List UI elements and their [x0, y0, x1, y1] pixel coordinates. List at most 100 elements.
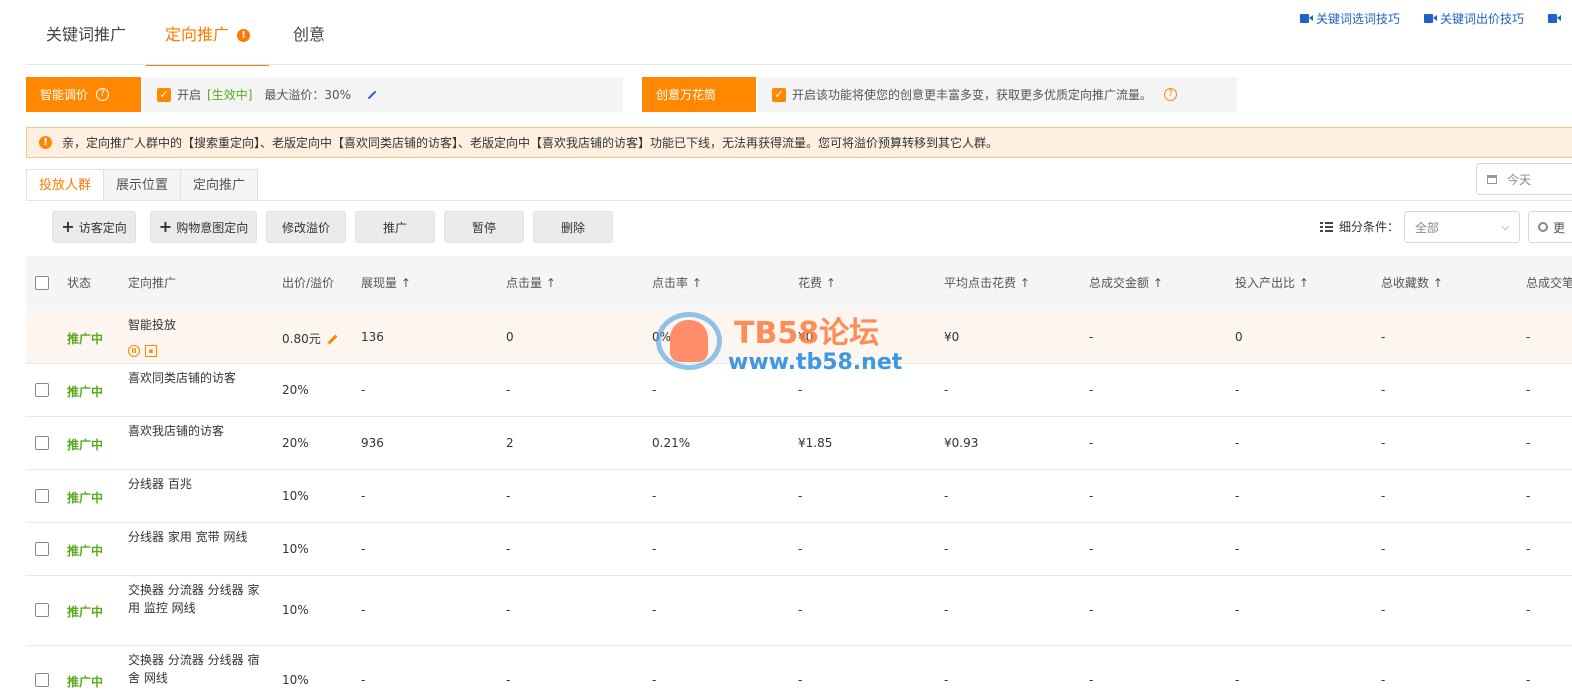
bid-cell: 10%	[282, 673, 309, 687]
table-row: 推广中 喜欢同类店铺的访客 20% - - - - - - - - -	[26, 363, 1572, 417]
tab-creative[interactable]: 创意	[293, 20, 325, 64]
clicks-cell: -	[506, 542, 511, 556]
row-checkbox[interactable]	[35, 383, 49, 397]
edit-premium-button[interactable]: 修改溢价	[266, 211, 346, 243]
table-row: 推广中 分线器 家用 宽带 网线 10% - - - - - - - - -	[26, 522, 1572, 576]
select-value: 全部	[1415, 220, 1440, 235]
row-icons: II ▪	[128, 338, 162, 357]
orders-cell: -	[1526, 330, 1531, 344]
chevron-down-icon: ⌵	[1501, 221, 1509, 233]
favorites-cell: -	[1381, 542, 1386, 556]
header-clicks[interactable]: 点击量 ↑	[506, 274, 556, 291]
report-icon[interactable]: ▪	[145, 345, 157, 357]
tab-targeted-promotion[interactable]: 定向推广!	[146, 20, 270, 66]
button-label: 购物意图定向	[176, 220, 249, 235]
bid-cell: 10%	[282, 542, 309, 556]
header-roi[interactable]: 投入产出比 ↑	[1235, 274, 1309, 291]
plus-icon: +	[158, 217, 173, 236]
table-header: 状态 定向推广 出价/溢价 展现量 ↑ 点击量 ↑ 点击率 ↑ 花费 ↑ 平均点…	[26, 256, 1572, 310]
target-name: 交换器 分流器 分线器 宿舍 网线	[128, 653, 260, 685]
header-favorites[interactable]: 总收藏数 ↑	[1381, 274, 1443, 291]
ctr-cell: 0%	[652, 330, 672, 344]
cost-cell: -	[798, 603, 803, 617]
tab-placement[interactable]: 展示位置	[104, 169, 182, 201]
creative-checkbox[interactable]: ✓	[772, 87, 786, 102]
keyword-bidding-tips-link[interactable]: 关键词出价技巧	[1424, 10, 1524, 27]
visitor-target-button[interactable]: + 访客定向	[52, 211, 136, 243]
impressions-cell: 136	[361, 330, 384, 344]
gmv-cell: -	[1089, 542, 1094, 556]
smart-bid-checkbox[interactable]: ✓	[157, 87, 171, 102]
cpc-cell: -	[944, 673, 949, 687]
tab-keyword-promotion[interactable]: 关键词推广	[46, 20, 126, 64]
row-checkbox[interactable]	[35, 436, 49, 450]
header-impressions[interactable]: 展现量 ↑	[361, 274, 411, 291]
promote-button[interactable]: 推广	[355, 211, 435, 243]
cost-cell: -	[798, 542, 803, 556]
bid-cell: 20%	[282, 436, 309, 450]
bid-cell: 10%	[282, 489, 309, 503]
row-checkbox[interactable]	[35, 489, 49, 503]
more-settings-button[interactable]: 更	[1528, 211, 1572, 243]
cpc-cell: ¥0.93	[944, 436, 979, 450]
orders-cell: -	[1526, 383, 1531, 397]
orders-cell: -	[1526, 542, 1531, 556]
edit-icon[interactable]	[367, 90, 377, 99]
tab-label: 定向推广	[165, 25, 230, 44]
orders-cell: -	[1526, 436, 1531, 450]
header-target: 定向推广	[128, 276, 177, 290]
header-orders[interactable]: 总成交笔	[1526, 274, 1572, 291]
orders-cell: -	[1526, 489, 1531, 503]
cost-cell: ¥1.85	[798, 436, 833, 450]
filter-label-text: 细分条件：	[1339, 220, 1400, 234]
tab-targeting[interactable]: 定向推广	[181, 169, 259, 201]
filter-select[interactable]: 全部 ⌵	[1404, 211, 1520, 243]
header-cost[interactable]: 花费 ↑	[798, 274, 836, 291]
impressions-cell: -	[361, 542, 366, 556]
favorites-cell: -	[1381, 330, 1386, 344]
header-cpc[interactable]: 平均点击花费 ↑	[944, 274, 1030, 291]
impressions-cell: 936	[361, 436, 384, 450]
row-checkbox[interactable]	[35, 603, 49, 617]
help-icon[interactable]: ?	[96, 88, 110, 101]
purchase-intent-button[interactable]: + 购物意图定向	[150, 211, 257, 243]
table-row: 推广中 喜欢我店铺的访客 20% 936 2 0.21% ¥1.85 ¥0.93…	[26, 416, 1572, 470]
video-icon[interactable]	[1548, 14, 1561, 23]
status-text: 推广中	[67, 385, 104, 399]
delete-button[interactable]: 删除	[533, 211, 613, 243]
favorites-cell: -	[1381, 489, 1386, 503]
gmv-cell: -	[1089, 383, 1094, 397]
creative-kaleidoscope-label: 创意万花筒	[642, 77, 756, 112]
row-checkbox[interactable]	[35, 542, 49, 556]
row-checkbox[interactable]	[35, 673, 49, 687]
header-status: 状态	[67, 276, 92, 290]
help-icon[interactable]: ?	[1164, 88, 1178, 101]
clicks-cell: -	[506, 489, 511, 503]
pause-icon[interactable]: II	[128, 345, 140, 357]
header-bid: 出价/溢价	[282, 276, 335, 290]
status-text: 推广中	[67, 491, 104, 505]
roi-cell: 0	[1235, 330, 1243, 344]
keyword-selection-tips-link[interactable]: 关键词选词技巧	[1300, 10, 1400, 27]
gmv-cell: -	[1089, 673, 1094, 687]
impressions-cell: -	[361, 603, 366, 617]
cost-cell: -	[798, 673, 803, 687]
favorites-cell: -	[1381, 436, 1386, 450]
bid-cell: 0.80元	[282, 330, 338, 347]
header-gmv[interactable]: 总成交金额 ↑	[1089, 274, 1163, 291]
creative-panel: ✓ 开启该功能将使您的创意更丰富多变，获取更多优质定向推广流量。 ?	[758, 77, 1237, 112]
sub-tab-bar: 投放人群 展示位置 定向推广	[26, 169, 259, 201]
table-row: 推广中 交换器 分流器 分线器 家用 监控 网线 10% - - - - - -…	[26, 575, 1572, 646]
clicks-cell: 2	[506, 436, 514, 450]
bid-value: 0.80元	[282, 332, 321, 346]
creative-description: 开启该功能将使您的创意更丰富多变，获取更多优质定向推广流量。	[792, 88, 1153, 102]
edit-icon[interactable]	[327, 334, 338, 345]
max-premium-text: 最大溢价：30%	[264, 88, 352, 102]
select-all-checkbox[interactable]	[35, 276, 49, 290]
status-badge: [生效中]	[207, 88, 253, 102]
header-ctr[interactable]: 点击率 ↑	[652, 274, 702, 291]
date-picker[interactable]: 今天	[1476, 163, 1572, 195]
pause-button[interactable]: 暂停	[444, 211, 524, 243]
tab-audience[interactable]: 投放人群	[26, 169, 105, 201]
smart-bid-label: 智能调价 ?	[26, 77, 141, 112]
